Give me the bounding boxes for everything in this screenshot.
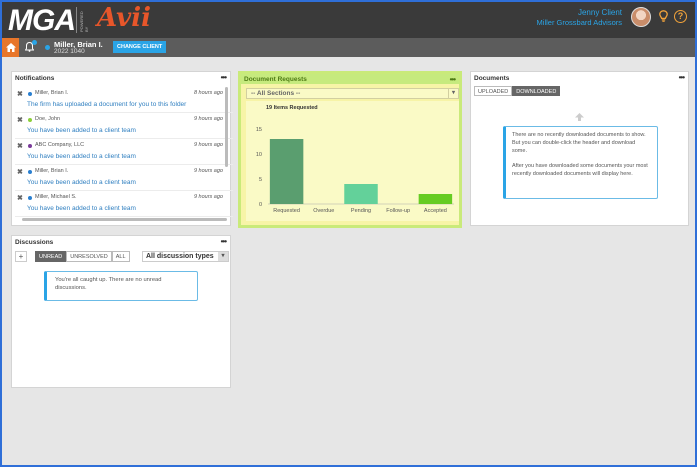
client-color-dot <box>28 92 32 96</box>
notification-time: 9 hours ago <box>193 116 223 122</box>
notification-time: 9 hours ago <box>193 142 223 148</box>
lightbulb-icon[interactable] <box>659 10 668 25</box>
x-tick-label: Accepted <box>424 208 447 214</box>
notification-client: ABC Company, LLC <box>35 142 85 148</box>
documents-empty-hint: After you have downloaded some documents… <box>512 163 648 177</box>
notification-message[interactable]: You have been added to a client team <box>27 153 136 160</box>
bar-pending <box>344 184 378 204</box>
dismiss-icon[interactable]: ✖ <box>17 116 23 124</box>
document-requests-menu-button[interactable]: ••• <box>450 75 456 84</box>
documents-menu-button[interactable]: ••• <box>679 73 685 82</box>
avatar[interactable] <box>631 7 651 27</box>
notification-client: Miller, Michael S. <box>35 194 77 200</box>
notification-time: 8 hours ago <box>193 90 223 96</box>
logo-divider <box>76 7 77 33</box>
discussions-empty-message: You're all caught up. There are no unrea… <box>44 271 198 301</box>
bar-accepted <box>418 194 453 204</box>
tab-uploaded[interactable]: UPLOADED <box>474 86 513 96</box>
notification-message[interactable]: The firm has uploaded a document for you… <box>27 101 186 108</box>
client-status-dot <box>45 45 50 50</box>
notification-message[interactable]: You have been added to a client team <box>27 179 136 186</box>
list-item[interactable]: ✖ Miller, Michael S. 9 hours ago You hav… <box>15 191 233 217</box>
powered-by-label: POWERED BY <box>79 11 89 32</box>
vertical-scrollbar[interactable] <box>225 87 228 167</box>
documents-panel: Documents ••• UPLOADED DOWNLOADED There … <box>470 71 689 226</box>
items-requested-count: 19 Items Requested <box>266 105 318 111</box>
tab-downloaded[interactable]: DOWNLOADED <box>512 86 561 96</box>
user-firm: Miller Grossbard Advisors <box>536 18 622 27</box>
discussion-type-value: All discussion types <box>146 253 214 260</box>
notification-client: Miller, Brian I. <box>35 168 69 174</box>
notification-time: 9 hours ago <box>193 168 223 174</box>
discussion-filters: UNREAD UNRESOLVED ALL <box>35 251 130 262</box>
dismiss-icon[interactable]: ✖ <box>17 90 23 98</box>
notifications-menu-button[interactable]: ••• <box>221 73 227 82</box>
notification-client: Doe, John <box>35 116 61 122</box>
home-button[interactable] <box>2 38 19 57</box>
dismiss-icon[interactable]: ✖ <box>17 194 23 202</box>
bar-requested <box>269 139 304 204</box>
documents-title: Documents <box>474 75 510 82</box>
list-item[interactable]: ✖ Miller, Brian I. 9 hours ago You have … <box>15 165 233 191</box>
notification-message[interactable]: You have been added to a client team <box>27 205 136 212</box>
documents-empty-text: There are no recently downloaded documen… <box>512 132 646 154</box>
notification-message[interactable]: You have been added to a client team <box>27 127 136 134</box>
dismiss-icon[interactable]: ✖ <box>17 142 23 150</box>
horizontal-scrollbar[interactable] <box>22 218 227 221</box>
x-tick-label: Overdue <box>313 208 334 214</box>
x-tick-label: Follow-up <box>386 208 410 214</box>
document-requests-panel: Document Requests ••• -- All Sections --… <box>238 71 462 228</box>
user-name[interactable]: Jenny Client <box>578 8 622 17</box>
dismiss-icon[interactable]: ✖ <box>17 168 23 176</box>
change-client-button[interactable]: CHANGE CLIENT <box>113 41 167 53</box>
notifications-panel: Notifications ••• ✖ Miller, Brian I. 8 h… <box>11 71 233 226</box>
firm-logo[interactable]: MGA <box>8 4 76 38</box>
y-tick-label: 15 <box>256 127 262 133</box>
discussions-menu-button[interactable]: ••• <box>221 237 227 246</box>
requests-chart-area: 19 Items Requested 0 5 10 15 Requested Overdu… <box>246 101 459 221</box>
client-color-dot <box>28 196 32 200</box>
notifications-list: ✖ Miller, Brian I. 8 hours ago The firm … <box>15 87 233 217</box>
help-icon[interactable]: ? <box>674 10 687 23</box>
documents-empty-message: There are no recently downloaded documen… <box>503 126 658 199</box>
y-tick-label: 5 <box>259 177 262 183</box>
discussions-panel: Discussions ••• + UNREAD UNRESOLVED ALL … <box>11 235 231 388</box>
client-color-dot <box>28 144 32 148</box>
client-bar: Miller, Brian I. 2022 1040 CHANGE CLIENT <box>2 38 695 57</box>
x-tick-label: Requested <box>273 208 300 214</box>
notification-time: 9 hours ago <box>193 194 223 200</box>
client-color-dot <box>28 170 32 174</box>
y-tick-label: 10 <box>256 152 262 158</box>
discussion-type-select[interactable]: All discussion types ▾ <box>142 251 229 262</box>
document-requests-title: Document Requests <box>241 74 459 84</box>
discussions-title: Discussions <box>15 239 54 246</box>
list-item[interactable]: ✖ ABC Company, LLC 9 hours ago You have … <box>15 139 233 165</box>
arrow-up-icon <box>575 113 584 123</box>
y-tick-label: 0 <box>259 202 262 208</box>
client-return-id: 2022 1040 <box>54 48 85 55</box>
chevron-down-icon: ▾ <box>218 252 228 261</box>
filter-unresolved[interactable]: UNRESOLVED <box>66 251 112 262</box>
chevron-down-icon: ▾ <box>448 89 458 98</box>
list-item[interactable]: ✖ Miller, Brian I. 8 hours ago The firm … <box>15 87 233 113</box>
filter-all[interactable]: ALL <box>111 251 130 262</box>
avii-logo: Avii <box>97 3 151 33</box>
sections-select-value: -- All Sections -- <box>251 90 301 97</box>
documents-tabs: UPLOADED DOWNLOADED <box>474 86 561 96</box>
notification-client: Miller, Brian I. <box>35 90 69 96</box>
filter-unread[interactable]: UNREAD <box>35 251 67 262</box>
add-discussion-button[interactable]: + <box>15 251 27 262</box>
sections-select[interactable]: -- All Sections -- ▾ <box>246 88 459 99</box>
x-tick-label: Pending <box>351 208 371 214</box>
requests-bar-chart: 0 5 10 15 Requested Overdue Pending Follow-up Ac… <box>256 127 454 214</box>
client-color-dot <box>28 118 32 122</box>
list-item[interactable]: ✖ Doe, John 9 hours ago You have been ad… <box>15 113 233 139</box>
notification-badge <box>32 40 37 45</box>
home-icon <box>5 43 16 52</box>
notifications-title: Notifications <box>15 75 55 82</box>
top-header: MGA POWERED BY Avii Jenny Client Miller … <box>2 2 695 38</box>
